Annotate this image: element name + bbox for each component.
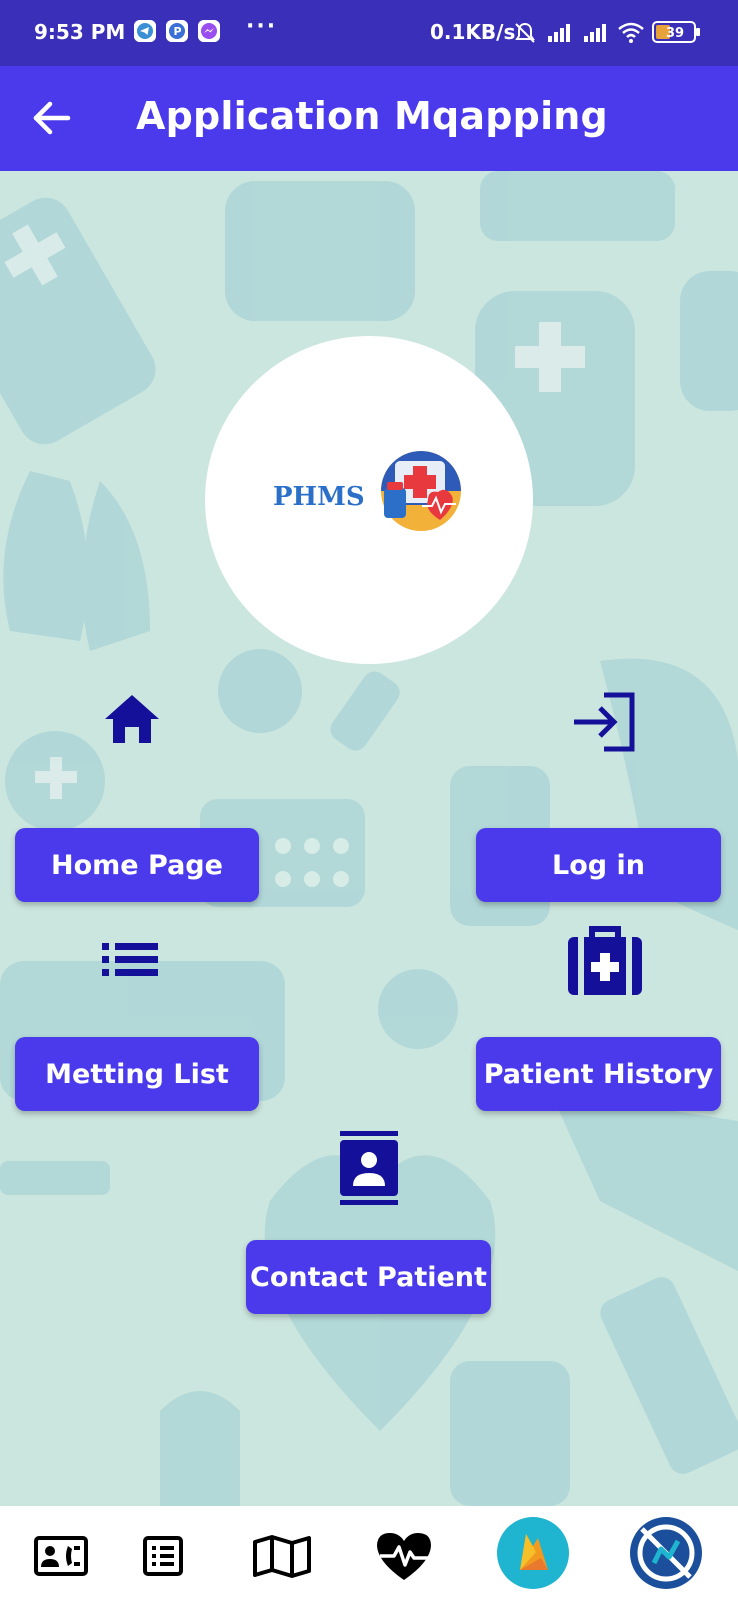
status-time: 9:53 PM — [34, 20, 126, 44]
medical-kit-heart-icon — [381, 451, 461, 531]
page-title: Application Mqapping — [136, 94, 608, 138]
firebase-icon[interactable] — [496, 1516, 570, 1590]
heart-pulse-icon[interactable] — [374, 1526, 434, 1586]
login-button[interactable]: Log in — [476, 828, 721, 902]
app-bar: Application Mqapping — [0, 66, 738, 171]
logo-text: PHMS — [273, 482, 365, 512]
app-logo: PHMS — [205, 336, 533, 664]
contact-phone-icon[interactable] — [31, 1526, 91, 1586]
analytics-logo-icon[interactable] — [628, 1515, 704, 1591]
mute-bell-icon — [515, 22, 535, 43]
home-icon — [103, 693, 161, 745]
signal-icon-2 — [584, 24, 606, 42]
signal-icon — [548, 24, 570, 42]
list-alt-icon[interactable] — [133, 1526, 193, 1586]
battery-icon: 39 — [652, 21, 700, 43]
network-speed: 0.1KB/s — [430, 20, 516, 44]
arrow-left-icon — [33, 101, 71, 135]
medical-bag-icon — [566, 925, 644, 997]
list-icon — [100, 941, 160, 979]
wifi-icon — [618, 22, 644, 43]
login-icon — [570, 691, 638, 753]
meeting-list-button[interactable]: Metting List — [15, 1037, 259, 1111]
more-notifications-icon: ··· — [246, 14, 278, 39]
contact-patient-button[interactable]: Contact Patient — [246, 1240, 491, 1314]
main-content: PHMS Home Page Log in Metting List Patie… — [0, 171, 738, 1506]
back-button[interactable] — [30, 96, 74, 140]
svg-text:39: 39 — [666, 26, 684, 41]
status-bar: 9:53 PM P ··· 0.1KB/s 39 — [0, 0, 738, 66]
messenger-icon — [198, 20, 220, 42]
telegram-icon — [134, 20, 156, 42]
bottom-navigation — [0, 1506, 738, 1600]
home-page-button[interactable]: Home Page — [15, 828, 259, 902]
p-app-icon: P — [166, 20, 188, 42]
patient-history-button[interactable]: Patient History — [476, 1037, 721, 1111]
map-icon[interactable] — [252, 1526, 312, 1586]
svg-text:P: P — [174, 25, 182, 38]
contact-card-icon — [336, 1129, 402, 1207]
